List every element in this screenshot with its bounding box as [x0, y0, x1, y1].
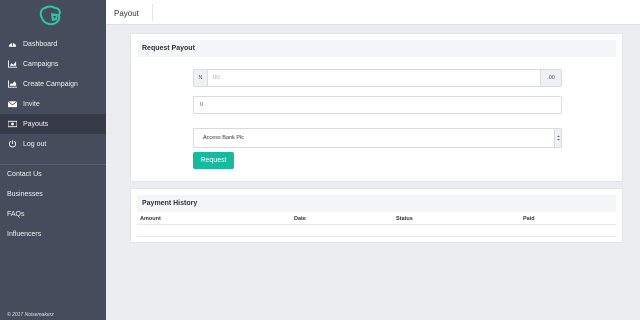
- table-header: Amount Date Status Paid: [137, 214, 616, 225]
- account-number-input[interactable]: [193, 96, 562, 114]
- sidebar-link-contact-us[interactable]: Contact Us: [0, 164, 106, 184]
- column-header-amount: Amount: [140, 216, 161, 222]
- copyright-text: © 2017 Noisemakerz: [7, 312, 54, 318]
- sidebar-links: Contact Us Businesses FAQs Influencers: [0, 164, 106, 244]
- dashboard-icon: [8, 40, 17, 48]
- table-empty-row: [137, 226, 616, 237]
- decimal-suffix: .00: [540, 70, 561, 86]
- sidebar-nav: Dashboard Campaigns Create Campaign Invi…: [0, 34, 106, 154]
- panel-title: Payment History: [137, 195, 616, 212]
- sidebar-link-label: Businesses: [7, 190, 43, 198]
- sidebar-item-label: Payouts: [23, 120, 49, 128]
- currency-prefix: N: [194, 70, 208, 86]
- column-header-paid: Paid: [523, 216, 535, 222]
- page-title: Payout: [114, 9, 139, 18]
- logout-icon: [8, 140, 17, 148]
- sidebar-item-label: Log out: [23, 140, 47, 148]
- amount-input-group: N .00: [193, 69, 562, 87]
- sidebar-item-campaigns[interactable]: Campaigns: [0, 54, 106, 74]
- envelope-icon: [8, 100, 17, 108]
- sidebar: Dashboard Campaigns Create Campaign Invi…: [0, 0, 106, 320]
- panel-title: Request Payout: [137, 40, 616, 57]
- request-button[interactable]: Request: [193, 152, 234, 169]
- request-payout-panel: Request Payout N .00 Access Bank Plc Req…: [130, 33, 623, 182]
- sidebar-item-label: Create Campaign: [23, 80, 78, 88]
- bank-select[interactable]: Access Bank Plc: [193, 128, 562, 148]
- amount-input[interactable]: [208, 70, 540, 86]
- sidebar-link-label: Influencers: [7, 230, 42, 238]
- sidebar-item-create-campaign[interactable]: Create Campaign: [0, 74, 106, 94]
- sidebar-item-logout[interactable]: Log out: [0, 134, 106, 154]
- sidebar-item-label: Campaigns: [23, 60, 59, 68]
- payment-history-panel: Payment History Amount Date Status Paid: [130, 188, 623, 243]
- sidebar-link-label: Contact Us: [7, 170, 42, 178]
- top-bar: Payout: [106, 0, 640, 25]
- select-caret-icon: [554, 129, 561, 147]
- sidebar-item-label: Invite: [23, 100, 40, 108]
- sidebar-link-businesses[interactable]: Businesses: [0, 184, 106, 204]
- brand-logo-icon[interactable]: [36, 5, 66, 27]
- sidebar-item-label: Dashboard: [23, 40, 58, 48]
- column-header-status: Status: [396, 216, 413, 222]
- money-icon: [8, 120, 17, 128]
- sidebar-link-faqs[interactable]: FAQs: [0, 204, 106, 224]
- column-header-date: Date: [294, 216, 306, 222]
- line-chart-icon: [8, 60, 17, 68]
- sidebar-item-invite[interactable]: Invite: [0, 94, 106, 114]
- sidebar-item-payouts[interactable]: Payouts: [0, 114, 106, 134]
- bank-select-value: Access Bank Plc: [203, 135, 244, 141]
- sidebar-link-influencers[interactable]: Influencers: [0, 224, 106, 244]
- area-chart-icon: [8, 80, 17, 88]
- sidebar-item-dashboard[interactable]: Dashboard: [0, 34, 106, 54]
- title-separator: [152, 4, 153, 21]
- sidebar-link-label: FAQs: [7, 210, 25, 218]
